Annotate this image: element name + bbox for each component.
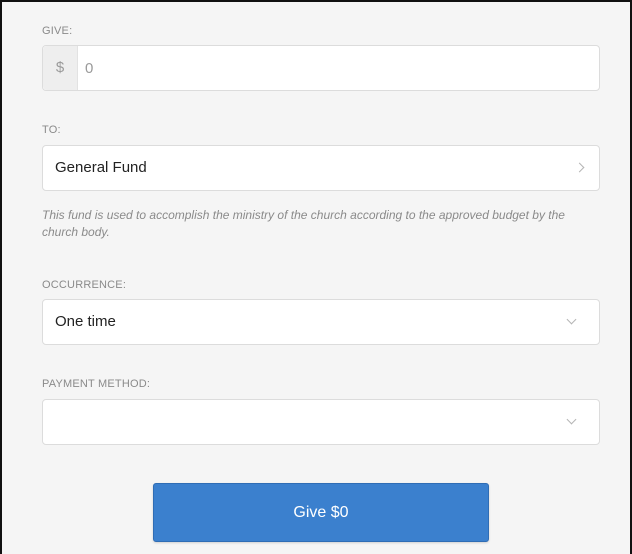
chevron-down-icon [566, 414, 577, 425]
payment-method-label: PAYMENT METHOD: [42, 378, 151, 390]
give-button[interactable]: Give $0 [153, 483, 489, 542]
chevron-down-icon [566, 314, 577, 325]
amount-input[interactable] [85, 54, 565, 82]
give-label: GIVE: [42, 25, 73, 37]
occurrence-value: One time [55, 313, 116, 330]
occurrence-label: OCCURRENCE: [42, 279, 127, 291]
fund-selector[interactable]: General Fund [42, 145, 600, 191]
chevron-right-icon [574, 162, 585, 173]
give-form: GIVE: $ TO: General Fund This fund is us… [0, 0, 632, 554]
amount-field[interactable]: $ [42, 45, 600, 91]
occurrence-select[interactable]: One time [42, 299, 600, 345]
to-label: TO: [42, 124, 61, 136]
fund-description: This fund is used to accomplish the mini… [42, 208, 565, 239]
selected-fund: General Fund [55, 159, 147, 176]
currency-prefix: $ [43, 46, 78, 90]
payment-method-select[interactable] [42, 399, 600, 445]
